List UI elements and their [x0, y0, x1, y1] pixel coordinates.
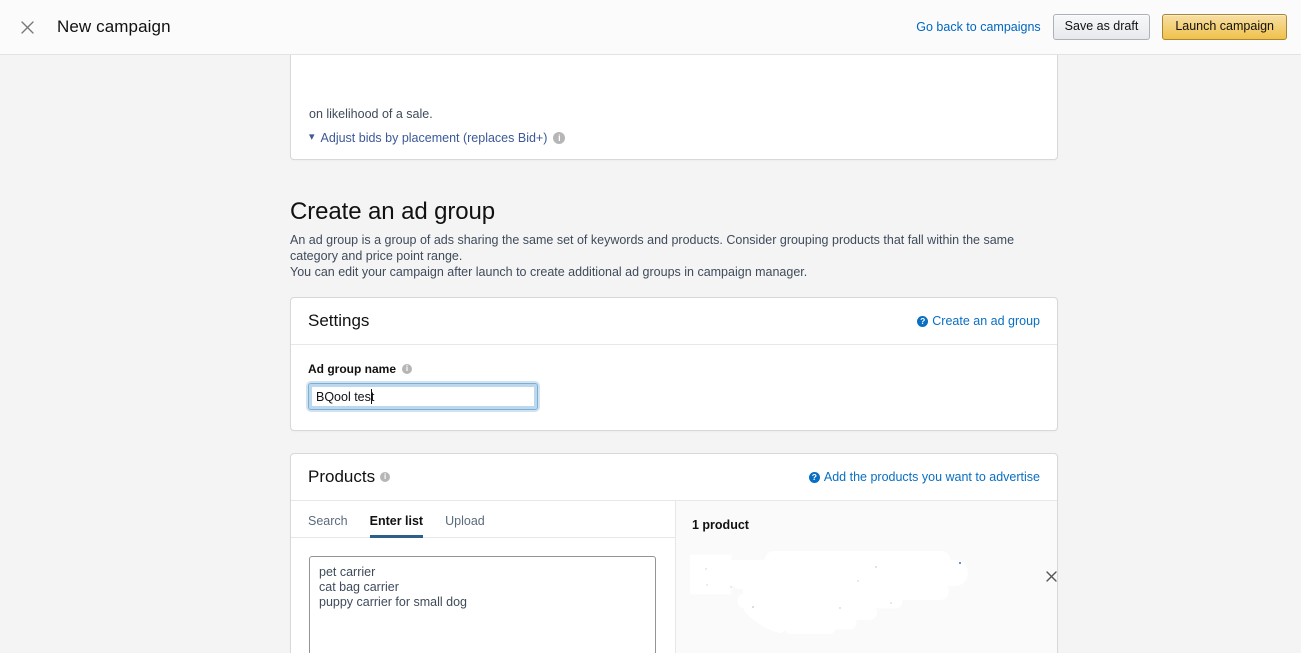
adjust-bids-link[interactable]: Adjust bids by placement (replaces Bid+)	[321, 131, 548, 145]
settings-card: Settings ? Create an ad group Ad group n…	[290, 297, 1058, 431]
products-tabs: Search Enter list Upload	[291, 501, 675, 538]
add-products-help-link[interactable]: Add the products you want to advertise	[824, 470, 1040, 484]
redacted-product-details	[690, 551, 1012, 643]
page-title: New campaign	[57, 17, 171, 36]
products-title: Products i	[308, 467, 391, 487]
ad-group-name-label-text: Ad group name	[308, 362, 397, 376]
app-header: New campaign Go back to campaigns Save a…	[0, 0, 1301, 55]
text-caret	[371, 389, 372, 404]
products-right-pane: 1 product	[676, 501, 1057, 653]
section-description-line-1: An ad group is a group of ads sharing th…	[290, 233, 1015, 263]
enter-list-panel: Add	[291, 538, 675, 653]
ad-group-name-label: Ad group name i	[308, 362, 1040, 376]
launch-campaign-button[interactable]: Launch campaign	[1162, 13, 1287, 41]
bidding-card: on likelihood of a sale. ▾ Adjust bids b…	[290, 55, 1058, 160]
question-mark-icon[interactable]: ?	[917, 315, 929, 327]
adjust-bids-expander[interactable]: ▾ Adjust bids by placement (replaces Bid…	[309, 131, 1039, 145]
products-card-header: Products i ? Add the products you want t…	[291, 454, 1057, 501]
create-an-ad-group-help-link[interactable]: Create an ad group	[932, 314, 1040, 328]
info-icon[interactable]: i	[402, 364, 413, 374]
tab-upload[interactable]: Upload	[445, 514, 485, 539]
content-column: on likelihood of a sale. ▾ Adjust bids b…	[290, 55, 1058, 653]
page-body: on likelihood of a sale. ▾ Adjust bids b…	[0, 55, 1301, 653]
header-actions: Go back to campaigns Save as draft Launc…	[916, 13, 1287, 41]
tab-enter-list[interactable]: Enter list	[369, 514, 424, 538]
ad-group-name-input[interactable]	[308, 383, 538, 410]
question-mark-icon[interactable]: ?	[808, 471, 820, 483]
products-split: Search Enter list Upload Add 1 product	[291, 501, 1057, 653]
remove-product-icon[interactable]	[1043, 568, 1059, 584]
section-title: Create an ad group	[290, 198, 496, 225]
ad-group-name-input-wrap	[308, 383, 538, 410]
products-card: Products i ? Add the products you want t…	[290, 453, 1058, 653]
settings-card-header: Settings ? Create an ad group	[291, 298, 1057, 345]
ad-group-section-header: Create an ad group An ad group is a grou…	[290, 198, 1058, 280]
close-icon[interactable]	[14, 14, 40, 40]
save-as-draft-button[interactable]: Save as draft	[1052, 13, 1151, 41]
info-icon[interactable]: i	[553, 132, 566, 144]
settings-card-body: Ad group name i	[291, 345, 1057, 430]
chevron-down-icon[interactable]: ▾	[309, 131, 315, 143]
tab-search[interactable]: Search	[308, 514, 348, 539]
products-help: ? Add the products you want to advertise	[808, 470, 1040, 484]
bidding-partial-text: on likelihood of a sale.	[309, 107, 433, 121]
section-description-line-2: You can edit your campaign after launch …	[290, 265, 808, 279]
info-icon[interactable]: i	[380, 472, 391, 482]
go-back-to-campaigns-link[interactable]: Go back to campaigns	[916, 20, 1040, 34]
products-title-text: Products	[308, 467, 376, 486]
settings-title: Settings	[308, 311, 370, 330]
settings-help: ? Create an ad group	[917, 314, 1040, 328]
products-left-pane: Search Enter list Upload Add	[291, 501, 676, 653]
product-list-item	[690, 551, 1057, 651]
product-count-label: 1 product	[692, 518, 749, 532]
product-list-textarea[interactable]	[309, 556, 656, 653]
